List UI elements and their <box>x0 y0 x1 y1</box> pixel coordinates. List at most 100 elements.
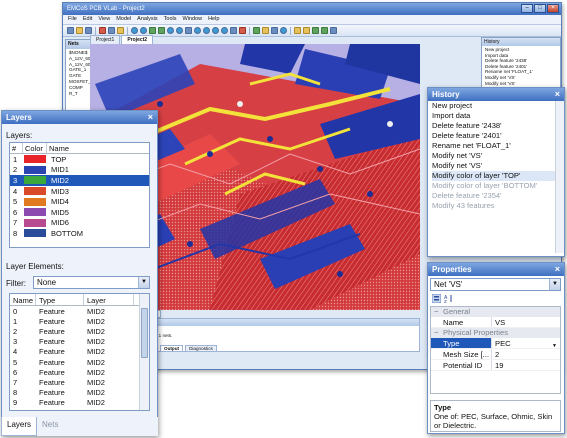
new-file-icon[interactable] <box>67 27 74 34</box>
view-top-icon[interactable] <box>203 27 210 34</box>
history-item[interactable]: Import data <box>432 111 560 121</box>
column-header-name[interactable]: Name <box>10 294 36 305</box>
run-icon[interactable] <box>321 27 328 34</box>
mesh-icon[interactable] <box>253 27 260 34</box>
layer-color-swatch[interactable] <box>24 155 46 164</box>
layer-color-swatch[interactable] <box>24 176 46 185</box>
copy-icon[interactable] <box>108 27 115 34</box>
layer-color-swatch[interactable] <box>24 187 46 196</box>
table-row[interactable]: 3 Feature MID2 <box>10 337 149 347</box>
menu-item-analysis[interactable]: Analysis <box>137 16 157 23</box>
history-scrollbar[interactable] <box>555 101 564 253</box>
layer-icon[interactable] <box>271 27 278 34</box>
layer-color-swatch[interactable] <box>24 165 46 174</box>
save-icon[interactable] <box>85 27 92 34</box>
view-side-icon[interactable] <box>212 27 219 34</box>
table-row[interactable]: 2 MID1 <box>10 165 149 176</box>
column-header-type[interactable]: Type <box>36 294 84 305</box>
table-row[interactable]: 8 BOTTOM <box>10 228 149 239</box>
close-icon[interactable]: × <box>555 264 560 274</box>
property-category[interactable]: General <box>431 307 560 317</box>
redo-icon[interactable] <box>140 27 147 34</box>
close-icon[interactable]: × <box>148 112 153 122</box>
tab-diagnostics[interactable]: Diagnostics <box>185 345 217 352</box>
filter-select[interactable]: None ▼ <box>33 276 150 289</box>
paste-icon[interactable] <box>117 27 124 34</box>
history-item[interactable]: Delete feature '2438' <box>432 121 560 131</box>
close-icon[interactable]: × <box>555 89 560 99</box>
results-icon[interactable] <box>330 27 337 34</box>
table-row[interactable]: 6 MID5 <box>10 207 149 218</box>
history-item[interactable]: Modify net 'VS' <box>432 161 560 171</box>
table-row[interactable]: 6 Feature MID2 <box>10 367 149 377</box>
chevron-down-icon[interactable]: ▼ <box>138 277 149 288</box>
column-header-layer[interactable]: Layer <box>84 294 134 305</box>
rotate-icon[interactable] <box>167 27 174 34</box>
property-category[interactable]: Physical Properties <box>431 328 560 338</box>
history-item[interactable]: Modify color of layer 'BOTTOM' <box>432 181 560 191</box>
minimize-button[interactable]: – <box>521 4 533 13</box>
property-row[interactable]: Type PEC ▼ <box>431 338 560 349</box>
property-value[interactable]: VS <box>491 317 560 327</box>
history-item[interactable]: Delete feature '2354' <box>432 191 560 201</box>
table-row[interactable]: 1 TOP <box>10 154 149 165</box>
layer-color-swatch[interactable] <box>24 229 46 238</box>
settings-icon[interactable] <box>280 27 287 34</box>
history-item[interactable]: New project <box>432 101 560 111</box>
table-row[interactable]: 7 MID6 <box>10 218 149 229</box>
menu-item-window[interactable]: Window <box>183 16 203 23</box>
tab-layers[interactable]: Layers <box>1 417 38 436</box>
property-row[interactable]: Potential ID 19 <box>431 360 560 371</box>
measure-icon[interactable] <box>294 27 301 34</box>
categorized-view-icon[interactable] <box>432 294 441 303</box>
view-front-icon[interactable] <box>194 27 201 34</box>
zoom-out-icon[interactable] <box>158 27 165 34</box>
property-value[interactable]: 19 <box>491 360 560 370</box>
column-header-color[interactable]: Color <box>23 143 47 153</box>
undo-icon[interactable] <box>131 27 138 34</box>
list-item[interactable]: Modify net 'VS' <box>485 81 557 87</box>
delete-icon[interactable] <box>239 27 246 34</box>
zoom-in-icon[interactable] <box>149 27 156 34</box>
port-icon[interactable] <box>262 27 269 34</box>
view-iso-icon[interactable] <box>221 27 228 34</box>
cut-icon[interactable] <box>99 27 106 34</box>
table-row[interactable]: 1 Feature MID2 <box>10 316 149 326</box>
history-item[interactable]: Modify color of layer 'TOP' <box>432 171 560 181</box>
pan-icon[interactable] <box>176 27 183 34</box>
layer-color-swatch[interactable] <box>24 208 46 217</box>
simulate-icon[interactable] <box>312 27 319 34</box>
table-row[interactable]: 5 Feature MID2 <box>10 357 149 367</box>
table-row[interactable]: 2 Feature MID2 <box>10 326 149 336</box>
table-row[interactable]: 7 Feature MID2 <box>10 377 149 387</box>
table-row[interactable]: 4 Feature MID2 <box>10 347 149 357</box>
menu-item-model[interactable]: Model <box>116 16 131 23</box>
history-item[interactable]: Modify net 'VS' <box>432 151 560 161</box>
select-icon[interactable] <box>230 27 237 34</box>
tab-output[interactable]: Output <box>160 345 184 352</box>
sort-alphabetical-icon[interactable]: AZ <box>444 294 453 303</box>
menu-item-view[interactable]: View <box>98 16 110 23</box>
column-header-name[interactable]: Name <box>47 143 149 153</box>
tab-project2[interactable]: Project2 <box>121 35 154 44</box>
table-row[interactable]: 5 MID4 <box>10 196 149 207</box>
menu-item-edit[interactable]: Edit <box>83 16 92 23</box>
menu-item-file[interactable]: File <box>68 16 77 23</box>
fit-view-icon[interactable] <box>185 27 192 34</box>
property-value[interactable]: PEC ▼ <box>491 338 560 349</box>
history-item[interactable]: Rename net 'FLOAT_1' <box>432 141 560 151</box>
menu-item-help[interactable]: Help <box>208 16 219 23</box>
maximize-button[interactable]: □ <box>534 4 546 13</box>
table-row[interactable]: 4 MID3 <box>10 186 149 197</box>
menu-item-tools[interactable]: Tools <box>164 16 177 23</box>
table-row[interactable]: 9 Feature MID2 <box>10 398 149 408</box>
scrollbar-thumb[interactable] <box>141 308 148 358</box>
column-header-num[interactable]: # <box>10 143 23 153</box>
table-row[interactable]: 0 Feature MID2 <box>10 306 149 316</box>
probe-icon[interactable] <box>303 27 310 34</box>
tab-nets[interactable]: Nets <box>37 417 63 436</box>
history-item[interactable]: Delete feature '2401' <box>432 131 560 141</box>
table-row[interactable]: 3 MID2 <box>10 175 149 186</box>
property-value[interactable]: 2 <box>491 349 560 359</box>
property-row[interactable]: Mesh Size [... 2 <box>431 349 560 360</box>
